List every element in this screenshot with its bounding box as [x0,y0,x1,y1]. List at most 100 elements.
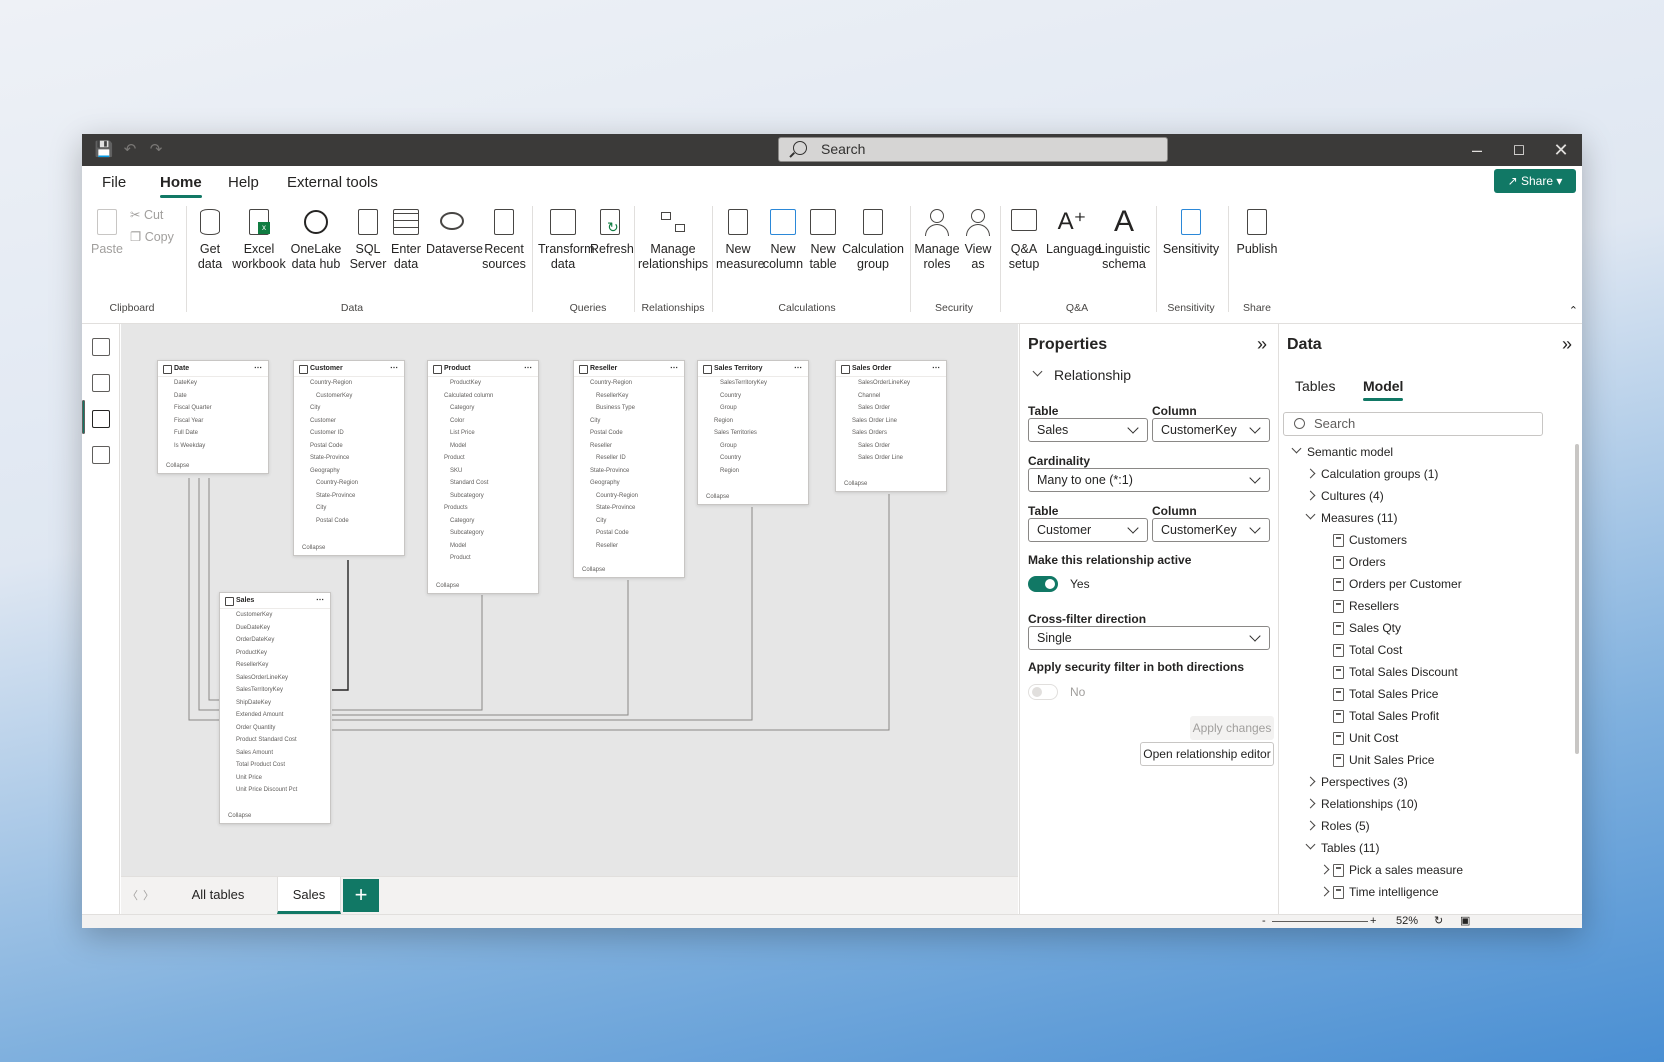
tree-measures[interactable]: Measures (11) [1321,510,1397,526]
table-field[interactable]: Region [698,415,808,428]
table-field[interactable]: SalesOrderLineKey [836,377,946,390]
onelake-data-hub-button[interactable]: OneLake data hub [288,206,344,272]
table-field[interactable]: ShipDateKey [220,697,330,710]
table-field[interactable]: Order Quantity [220,722,330,735]
tree-semantic-model[interactable]: Semantic model [1307,444,1393,460]
crossfilter-dropdown[interactable]: Single [1028,626,1270,650]
table-field[interactable]: Sales Territories [698,427,808,440]
table-field[interactable]: Fiscal Year [158,415,268,428]
close-button[interactable]: ✕ [1540,134,1582,166]
collapse-link[interactable]: Collapse [166,463,189,469]
tree-table-item[interactable]: Pick a sales measure [1349,862,1463,878]
table-field[interactable]: Product [428,452,538,465]
table-field[interactable]: SalesOrderLineKey [220,672,330,685]
tree-measure-item[interactable]: Total Sales Profit [1349,708,1439,724]
tab-scroll-right-icon[interactable]: 〉 [143,887,154,903]
more-icon[interactable]: ⋯ [254,363,262,372]
collapse-link[interactable]: Collapse [706,494,729,500]
table-field[interactable]: State-Province [294,452,404,465]
table-field[interactable]: Unit Price Discount Pct [220,784,330,797]
model-canvas[interactable]: Date ⋯ DateKey Date Fiscal Quarter Fiscal… [121,324,1018,876]
column2-dropdown[interactable]: CustomerKey [1152,518,1270,542]
table-field[interactable]: Extended Amount [220,709,330,722]
collapse-link[interactable]: Collapse [582,567,605,573]
table-field[interactable]: State-Province [574,465,684,478]
tree-roles[interactable]: Roles (5) [1321,818,1370,834]
table-field[interactable]: Category [428,402,538,415]
share-button[interactable]: ↗ Share ▾ [1494,169,1576,193]
table-field[interactable]: Country-Region [574,377,684,390]
table-field[interactable]: Total Product Cost [220,759,330,772]
table-field[interactable]: Product Standard Cost [220,734,330,747]
table-field[interactable]: SalesTerritoryKey [220,684,330,697]
table-field[interactable]: Sales Amount [220,747,330,760]
tree-measure-item[interactable]: Sales Qty [1349,620,1401,636]
tree-measure-item[interactable]: Orders [1349,554,1386,570]
chevron-down-icon[interactable] [1291,443,1302,454]
tree-measure-item[interactable]: Unit Cost [1349,730,1398,746]
chevron-down-icon[interactable] [1305,839,1316,850]
data-search-input[interactable]: Search [1283,412,1543,436]
table-field[interactable]: Geography [574,477,684,490]
table-view-icon[interactable] [92,374,110,392]
table-field[interactable]: City [294,502,404,515]
table-field[interactable]: Channel [836,390,946,403]
table1-dropdown[interactable]: Sales [1028,418,1148,442]
table-field[interactable]: Is Weekday [158,440,268,453]
open-relationship-editor-button[interactable]: Open relationship editor [1140,742,1274,766]
table-card-customer[interactable]: Customer ⋯ Country-Region CustomerKey Cit… [293,360,405,556]
table-field[interactable]: Group [698,402,808,415]
tree-measure-item[interactable]: Customers [1349,532,1407,548]
table-field[interactable]: State-Province [294,490,404,503]
table-card-sales-territory[interactable]: Sales Territory ⋯ SalesTerritoryKey Count… [697,360,809,505]
new-column-button[interactable]: New column [762,206,804,272]
table-field[interactable]: Postal Code [574,427,684,440]
collapse-link[interactable]: Collapse [436,583,459,589]
qa-setup-button[interactable]: Q&A setup [1004,206,1044,272]
table-field[interactable]: Fiscal Quarter [158,402,268,415]
table-card-sales[interactable]: Sales ⋯ CustomerKey DueDateKey OrderDateK… [219,592,331,824]
redo-icon[interactable]: ↷ [146,140,166,160]
table-field[interactable]: Group [698,440,808,453]
table-field[interactable]: Model [428,440,538,453]
tree-table-item[interactable]: Time intelligence [1349,884,1439,900]
table-field[interactable]: Sales Orders [836,427,946,440]
table-field[interactable]: Full Date [158,427,268,440]
minimize-button[interactable]: – [1456,134,1498,166]
zoom-in-button[interactable]: + [1370,915,1376,927]
tree-perspectives[interactable]: Perspectives (3) [1321,774,1408,790]
refresh-button[interactable]: ↻ Refresh [590,206,634,257]
table-field[interactable]: Sales Order [836,440,946,453]
new-measure-button[interactable]: New measure [716,206,765,272]
manage-roles-button[interactable]: Manage roles [914,206,960,272]
security-toggle[interactable] [1028,684,1058,700]
paste-button[interactable]: Paste [90,206,124,257]
apply-changes-button[interactable]: Apply changes [1190,716,1274,740]
table-field[interactable]: Country [698,452,808,465]
table-field[interactable]: SalesTerritoryKey [698,377,808,390]
excel-workbook-button[interactable]: x Excel workbook [232,206,286,272]
table-field[interactable]: Country-Region [574,490,684,503]
add-layout-button[interactable]: + [343,879,379,912]
table-field[interactable]: ProductKey [428,377,538,390]
data-pane-scrollbar[interactable] [1575,444,1579,754]
table-field[interactable]: List Price [428,427,538,440]
table-field[interactable]: State-Province [574,502,684,515]
table-field[interactable]: Postal Code [574,527,684,540]
collapse-link[interactable]: Collapse [228,813,251,819]
table-field[interactable]: Customer [294,415,404,428]
table-card-reseller[interactable]: Reseller ⋯ Country-Region ResellerKey Bus… [573,360,685,578]
collapse-link[interactable]: Collapse [302,545,325,551]
table-field[interactable]: Unit Price [220,772,330,785]
tree-relationships[interactable]: Relationships (10) [1321,796,1418,812]
table-field[interactable]: Postal Code [294,515,404,528]
manage-relationships-button[interactable]: Manage relationships [638,206,708,272]
tree-tables[interactable]: Tables (11) [1321,840,1379,856]
more-icon[interactable]: ⋯ [794,363,802,372]
table-field[interactable]: Subcategory [428,490,538,503]
table-field[interactable]: Reseller [574,540,684,553]
table-field[interactable]: Reseller ID [574,452,684,465]
table-field[interactable]: Products [428,502,538,515]
table-field[interactable]: Subcategory [428,527,538,540]
collapse-ribbon-icon[interactable]: ⌃ [1569,304,1578,317]
